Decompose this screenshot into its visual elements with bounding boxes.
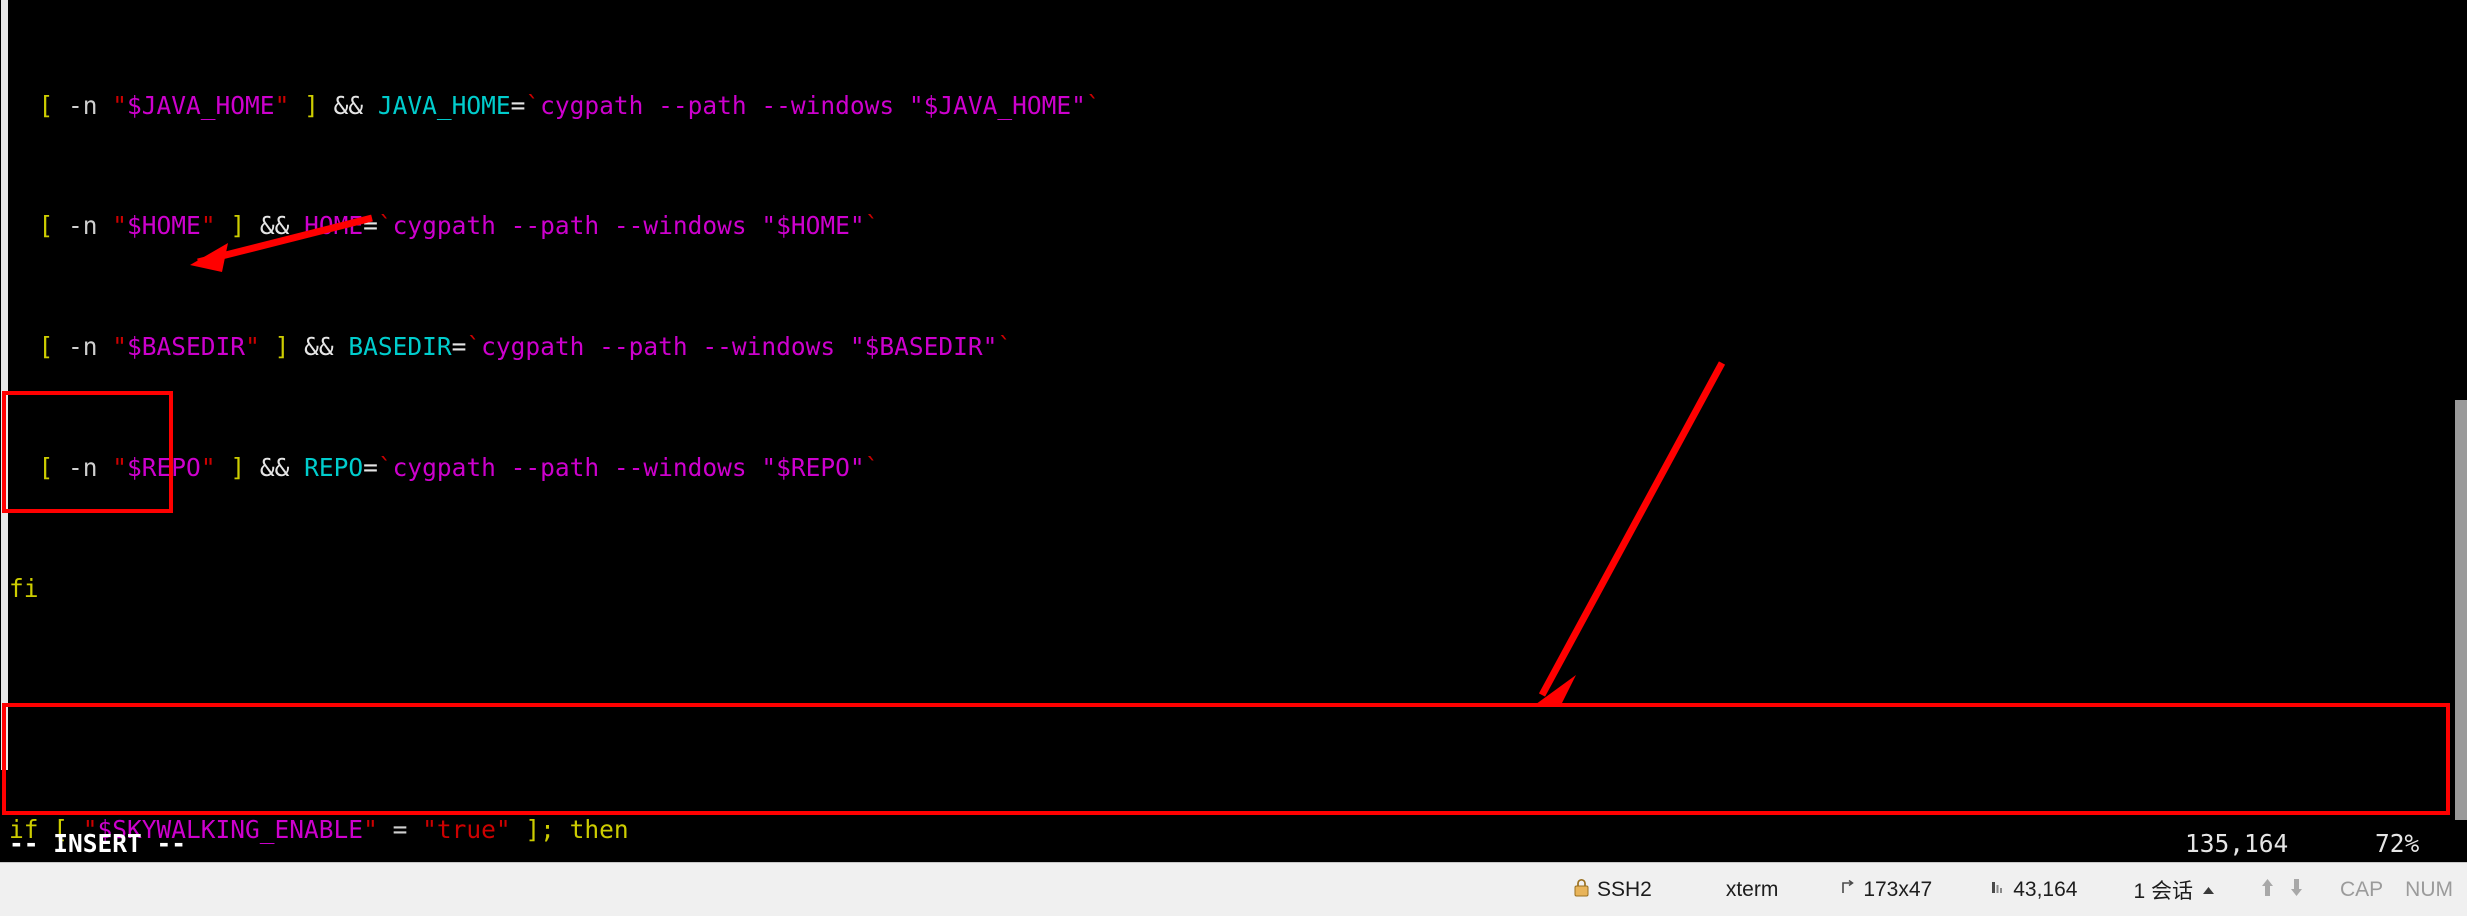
- status-connection-label: SSH2: [1596, 877, 1652, 901]
- terminal-screen[interactable]: [ -n "$JAVA_HOME" ] && JAVA_HOME=`cygpat…: [0, 0, 2467, 862]
- caret-up-icon[interactable]: [2201, 879, 2216, 900]
- status-cap-label: CAP: [2339, 877, 2384, 901]
- status-connection[interactable]: SSH2: [1560, 863, 1666, 916]
- cursor-icon: [1990, 879, 2005, 900]
- status-size[interactable]: 173x47: [1792, 863, 1946, 916]
- code-line: [ -n "$REPO" ] && REPO=`cygpath --path -…: [9, 453, 880, 482]
- client-status-bar: SSH2 xterm 173x47 43,164 1 会话 CAP NUM: [0, 862, 2467, 916]
- download-arrow-icon[interactable]: [2289, 877, 2304, 902]
- vim-ruler: 135,164 72%: [0, 828, 2467, 860]
- upload-arrow-icon[interactable]: [2260, 877, 2275, 902]
- left-gutter: [0, 0, 9, 862]
- status-sessions-label: 1 会话: [2133, 879, 2193, 903]
- status-cursor[interactable]: 43,164: [1946, 863, 2091, 916]
- vim-ruler-position: 135,164: [2185, 829, 2289, 858]
- status-cursor-label: 43,164: [2013, 877, 2078, 901]
- status-sessions[interactable]: 1 会话: [2091, 863, 2230, 916]
- status-terminal-type[interactable]: xterm: [1666, 863, 1793, 916]
- status-size-label: 173x47: [1863, 877, 1933, 901]
- vim-ruler-percent: 72%: [2375, 829, 2420, 858]
- code-line: [ -n "$JAVA_HOME" ] && JAVA_HOME=`cygpat…: [9, 90, 1101, 120]
- status-num-label: NUM: [2405, 877, 2453, 901]
- status-cap-indicator: CAP: [2318, 863, 2397, 916]
- status-spacer: [0, 863, 1560, 916]
- scrollbar-thumb[interactable]: [2455, 400, 2467, 820]
- status-terminal-type-label: xterm: [1725, 877, 1779, 901]
- status-num-indicator: NUM: [2397, 863, 2467, 916]
- code-line: [ -n "$BASEDIR" ] && BASEDIR=`cygpath --…: [9, 332, 1013, 362]
- lock-icon: [1574, 878, 1589, 901]
- code-line: fi: [9, 573, 39, 603]
- left-scroll-thumb[interactable]: [1, 0, 8, 770]
- terminal-window: [ -n "$JAVA_HOME" ] && JAVA_HOME=`cygpat…: [0, 0, 2467, 916]
- code-line: [ -n "$HOME" ] && HOME=`cygpath --path -…: [9, 211, 880, 241]
- resize-icon: [1840, 879, 1855, 900]
- vertical-scrollbar[interactable]: [2455, 0, 2467, 862]
- status-transfer: [2230, 863, 2318, 916]
